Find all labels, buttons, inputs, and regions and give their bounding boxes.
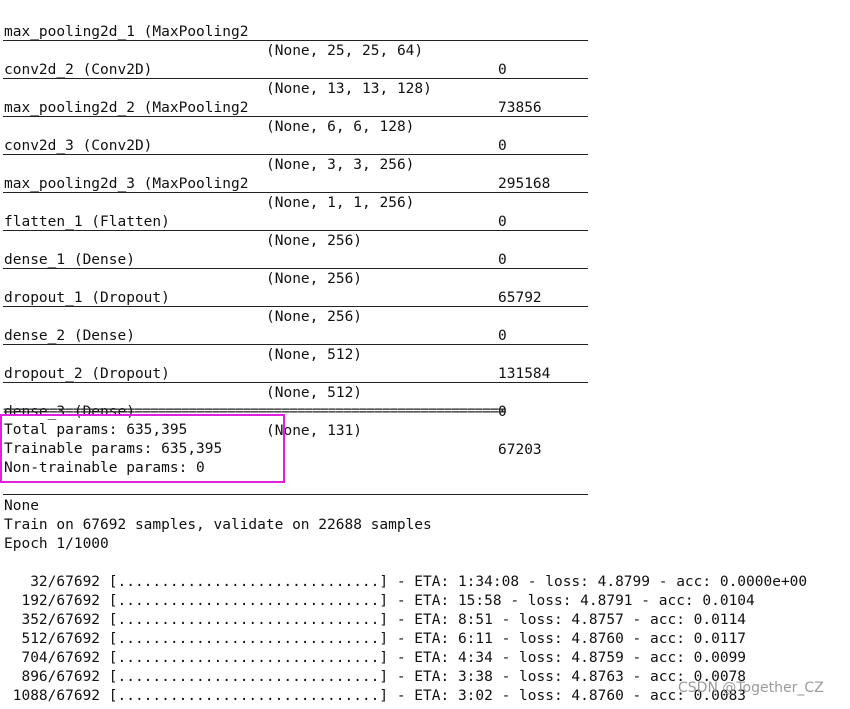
layer-output-shape: (None, 512) bbox=[266, 347, 363, 363]
layer-row: conv2d_2 (Conv2D) (None, 13, 13, 128) 73… bbox=[4, 42, 542, 116]
layer-output-shape: (None, 1, 1, 256) bbox=[266, 195, 415, 211]
row-divider bbox=[3, 40, 588, 41]
progress-line: 192/67692 [.............................… bbox=[4, 593, 755, 609]
progress-line: 1088/67692 [............................… bbox=[4, 688, 747, 704]
layer-row: dropout_2 (Dropout) (None, 512) 0 bbox=[4, 346, 507, 420]
trainable-params: Trainable params: 635,395 bbox=[4, 441, 223, 457]
layer-row: dense_2 (Dense) (None, 512) 131584 bbox=[4, 308, 550, 382]
summary-divider bbox=[3, 494, 588, 495]
layer-output-shape: (None, 25, 25, 64) bbox=[266, 43, 424, 59]
row-divider bbox=[3, 154, 588, 155]
log-none: None bbox=[4, 498, 39, 514]
row-divider bbox=[3, 192, 588, 193]
row-divider bbox=[3, 116, 588, 117]
log-train-info: Train on 67692 samples, validate on 2268… bbox=[4, 517, 432, 533]
layer-row: max_pooling2d_1 (MaxPooling2 (None, 25, … bbox=[4, 4, 507, 78]
layer-output-shape: (None, 13, 13, 128) bbox=[266, 81, 432, 97]
row-divider bbox=[3, 78, 588, 79]
log-epoch: Epoch 1/1000 bbox=[4, 536, 109, 552]
layer-param-count: 67203 bbox=[498, 442, 542, 458]
layer-output-shape: (None, 512) bbox=[266, 385, 363, 401]
row-divider bbox=[3, 382, 588, 383]
layer-row: dense_1 (Dense) (None, 256) 65792 bbox=[4, 232, 542, 306]
layer-row: conv2d_3 (Conv2D) (None, 3, 3, 256) 2951… bbox=[4, 118, 550, 192]
layer-output-shape: (None, 6, 6, 128) bbox=[266, 119, 415, 135]
progress-line: 896/67692 [.............................… bbox=[4, 669, 747, 685]
progress-line: 704/67692 [.............................… bbox=[4, 650, 747, 666]
terminal-output: max_pooling2d_1 (MaxPooling2 (None, 25, … bbox=[0, 0, 850, 709]
progress-line: 32/67692 [..............................… bbox=[4, 574, 808, 590]
progress-line: 512/67692 [.............................… bbox=[4, 631, 747, 647]
layer-output-shape: (None, 3, 3, 256) bbox=[266, 157, 415, 173]
watermark: CSDN @Together_CZ bbox=[678, 680, 824, 696]
layer-row: flatten_1 (Flatten) (None, 256) 0 bbox=[4, 194, 507, 268]
layer-row: dropout_1 (Dropout) (None, 256) 0 bbox=[4, 270, 507, 344]
progress-line: 352/67692 [.............................… bbox=[4, 612, 747, 628]
row-divider bbox=[3, 230, 588, 231]
layer-row: max_pooling2d_2 (MaxPooling2 (None, 6, 6… bbox=[4, 80, 507, 154]
row-divider bbox=[3, 344, 588, 345]
layer-output-shape: (None, 256) bbox=[266, 271, 363, 287]
total-params: Total params: 635,395 bbox=[4, 422, 188, 438]
layer-output-shape: (None, 256) bbox=[266, 309, 363, 325]
non-trainable-params: Non-trainable params: 0 bbox=[4, 460, 205, 476]
layer-row: max_pooling2d_3 (MaxPooling2 (None, 1, 1… bbox=[4, 156, 507, 230]
row-divider bbox=[3, 306, 588, 307]
layer-output-shape: (None, 256) bbox=[266, 233, 363, 249]
layer-row: dense_3 (Dense) (None, 131) 67203 bbox=[4, 384, 542, 458]
row-divider bbox=[3, 268, 588, 269]
